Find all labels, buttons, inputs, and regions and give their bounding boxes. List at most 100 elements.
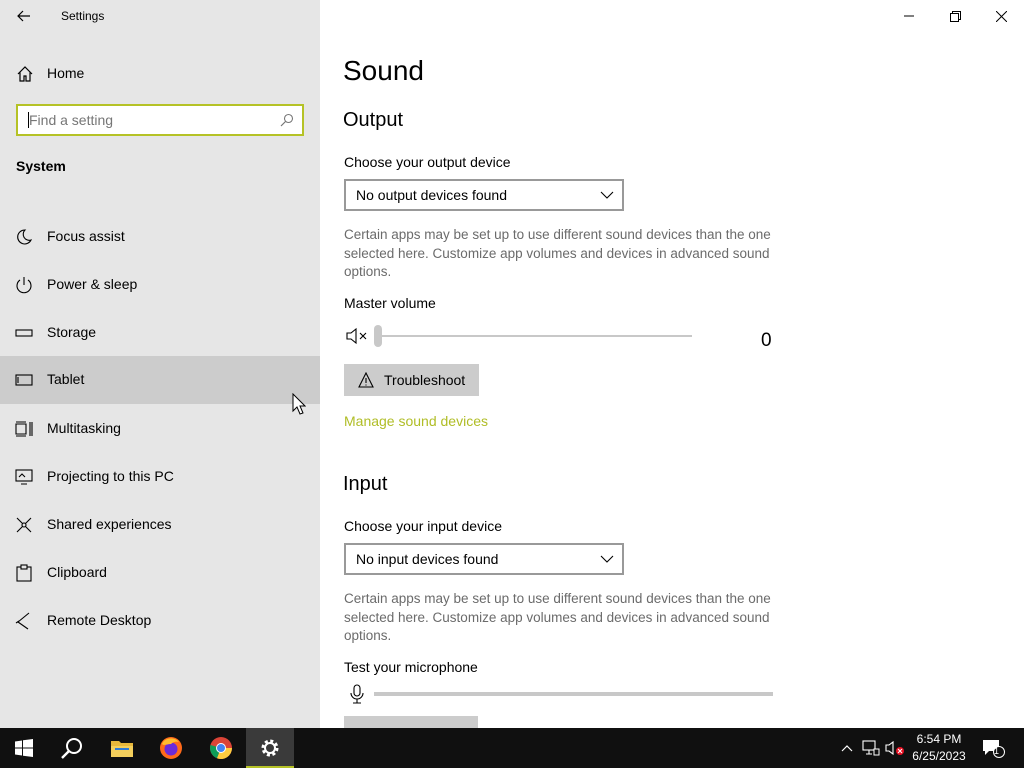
chevron-up-icon xyxy=(841,745,853,752)
minimize-button[interactable] xyxy=(886,0,932,32)
microphone-icon xyxy=(350,684,364,704)
taskbar-settings[interactable] xyxy=(246,728,294,768)
main-panel: Sound Output Choose your output device N… xyxy=(320,0,1024,728)
clipboard-icon xyxy=(16,564,32,582)
taskbar-chrome[interactable] xyxy=(197,728,245,768)
search-icon[interactable] xyxy=(280,113,294,127)
test-microphone-label: Test your microphone xyxy=(344,659,478,675)
sidebar-item-remote-desktop[interactable]: Remote Desktop xyxy=(0,597,320,645)
notification-count: 1 xyxy=(994,746,1000,756)
output-description: Certain apps may be set up to use differ… xyxy=(344,227,771,279)
settings-window: Settings Home Find a setting System Focu… xyxy=(0,0,1024,728)
output-device-label: Choose your output device xyxy=(344,154,511,170)
output-heading: Output xyxy=(343,109,404,131)
output-device-dropdown[interactable]: No output devices found xyxy=(344,179,624,211)
close-button[interactable] xyxy=(978,0,1024,32)
sidebar-item-label: Shared experiences xyxy=(47,516,172,532)
start-button[interactable] xyxy=(0,728,48,768)
sidebar-item-power-sleep[interactable]: Power & sleep xyxy=(0,261,320,309)
volume-muted-icon[interactable] xyxy=(346,327,368,345)
app-title: Settings xyxy=(61,9,105,23)
start-icon xyxy=(15,739,33,757)
sidebar-item-label: Storage xyxy=(47,324,97,340)
output-device-value: No output devices found xyxy=(356,187,507,203)
sidebar-item-focus-assist[interactable]: Focus assist xyxy=(0,213,320,261)
title-bar: Settings xyxy=(0,0,320,32)
page-title: Sound xyxy=(343,55,424,86)
home-nav-item[interactable]: Home xyxy=(0,52,320,94)
sidebar-item-label: Multitasking xyxy=(47,420,121,436)
sidebar: Settings Home Find a setting System Focu… xyxy=(0,0,320,728)
troubleshoot-label: Troubleshoot xyxy=(384,372,466,388)
chevron-down-icon xyxy=(600,555,614,563)
search-placeholder: Find a setting xyxy=(29,112,114,128)
back-button[interactable] xyxy=(8,0,40,32)
master-volume-slider-thumb[interactable] xyxy=(374,325,382,347)
chrome-icon xyxy=(210,737,233,760)
storage-icon xyxy=(15,329,33,337)
master-volume-value: 0 xyxy=(761,330,772,351)
sidebar-item-label: Tablet xyxy=(47,371,85,387)
input-device-label: Choose your input device xyxy=(344,518,502,534)
show-hidden-icons-button[interactable] xyxy=(838,728,856,768)
remote-desktop-icon xyxy=(15,612,30,630)
sidebar-item-label: Projecting to this PC xyxy=(47,468,174,484)
input-device-dropdown[interactable]: No input devices found xyxy=(344,543,624,575)
master-volume-slider-track[interactable] xyxy=(377,335,692,337)
firefox-icon xyxy=(160,737,182,759)
sidebar-item-projecting[interactable]: Projecting to this PC xyxy=(0,453,320,501)
moon-icon xyxy=(17,229,33,245)
sidebar-item-storage[interactable]: Storage xyxy=(0,309,320,357)
mouse-cursor xyxy=(292,393,306,415)
search-icon xyxy=(61,738,82,759)
home-icon xyxy=(17,66,33,82)
master-volume-label: Master volume xyxy=(344,295,436,311)
volume-tray-button[interactable] xyxy=(884,728,906,768)
input-device-value: No input devices found xyxy=(356,551,499,567)
settings-icon xyxy=(261,739,279,757)
section-label-system: System xyxy=(16,158,66,174)
restore-icon xyxy=(949,10,961,22)
window-controls xyxy=(886,0,1024,32)
clock-time: 6:54 PM xyxy=(916,732,962,746)
projecting-icon xyxy=(15,469,33,485)
troubleshoot-input-button[interactable] xyxy=(344,716,478,728)
action-center-button[interactable]: 1 xyxy=(978,728,1008,768)
sidebar-item-label: Remote Desktop xyxy=(47,612,152,628)
sidebar-item-tablet[interactable]: Tablet xyxy=(0,356,320,404)
sidebar-item-multitasking[interactable]: Multitasking xyxy=(0,405,320,453)
network-icon xyxy=(862,740,880,756)
input-description: Certain apps may be set up to use differ… xyxy=(344,591,771,643)
clock-date: 6/25/2023 xyxy=(912,749,966,763)
warning-icon xyxy=(358,372,374,388)
input-heading: Input xyxy=(343,473,388,495)
power-icon xyxy=(16,277,32,294)
tablet-icon xyxy=(15,374,33,386)
home-label: Home xyxy=(47,65,85,81)
taskbar: 6:54 PM 6/25/2023 1 xyxy=(0,728,1024,768)
sidebar-item-label: Clipboard xyxy=(47,564,107,580)
sidebar-item-clipboard[interactable]: Clipboard xyxy=(0,549,320,597)
minimize-icon xyxy=(904,15,914,17)
taskbar-search-button[interactable] xyxy=(48,728,96,768)
network-tray-button[interactable] xyxy=(861,728,881,768)
microphone-level-bar xyxy=(374,692,773,696)
close-icon xyxy=(995,10,1007,22)
troubleshoot-button[interactable]: Troubleshoot xyxy=(344,364,480,396)
taskbar-clock[interactable]: 6:54 PM 6/25/2023 xyxy=(904,731,974,765)
multitasking-icon xyxy=(15,421,33,437)
sidebar-item-label: Focus assist xyxy=(47,228,125,244)
taskbar-file-explorer[interactable] xyxy=(98,728,146,768)
sidebar-item-shared-experiences[interactable]: Shared experiences xyxy=(0,501,320,549)
file-explorer-icon xyxy=(111,741,133,757)
sidebar-item-label: Power & sleep xyxy=(47,276,138,292)
taskbar-firefox[interactable] xyxy=(147,728,195,768)
chevron-down-icon xyxy=(600,191,614,199)
back-arrow-icon xyxy=(17,10,30,22)
shared-experiences-icon xyxy=(16,517,32,533)
notification-icon xyxy=(983,740,1005,758)
restore-button[interactable] xyxy=(932,0,978,32)
search-input[interactable]: Find a setting xyxy=(16,104,304,136)
volume-error-icon xyxy=(885,740,904,756)
manage-sound-devices-link[interactable]: Manage sound devices xyxy=(344,413,488,429)
